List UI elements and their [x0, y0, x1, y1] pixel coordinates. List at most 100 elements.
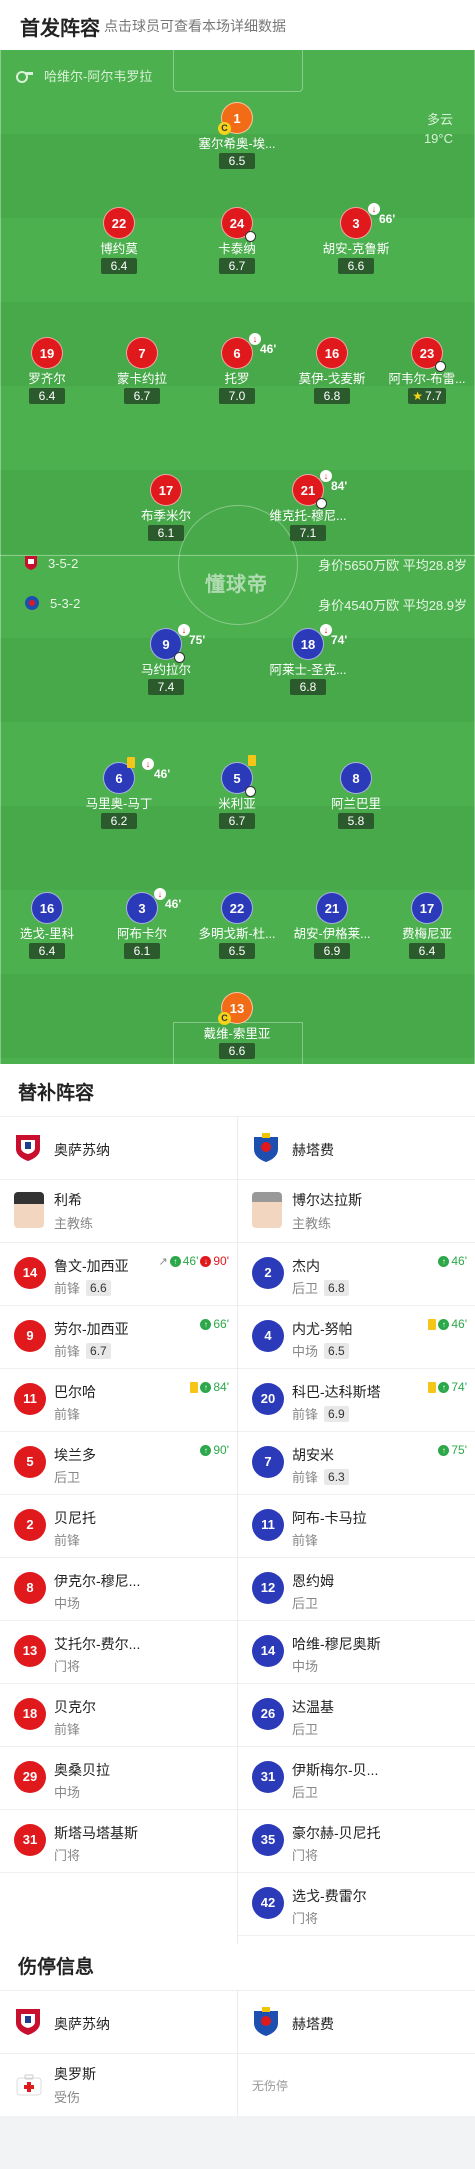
home-player-22[interactable]: 22 博约莫 6.4	[64, 207, 174, 275]
away-player-18[interactable]: 18 ↓ 74' 阿莱士-圣克... 6.8	[253, 624, 363, 696]
player-name: 阿布-卡马拉	[292, 1510, 367, 1526]
player-position: 后卫	[292, 1785, 319, 1800]
home-player-7[interactable]: 7 蒙卡约拉 6.7	[87, 337, 197, 405]
jersey-number: 11	[252, 1509, 284, 1541]
sub-in-icon: ↑	[438, 1255, 450, 1267]
injuries-title: 伤停信息	[18, 1957, 95, 1978]
home-player-16[interactable]: 16 莫伊-戈麦斯 6.8	[277, 337, 387, 405]
subs-panel: 替补阵容 奥萨苏纳 赫塔费 利希 主教练 博尔达拉斯 主教练 14 鲁文-加西亚前…	[0, 1064, 475, 1944]
away-team-header: 赫塔费	[238, 1117, 475, 1180]
player-name: 内尤-努帕	[292, 1321, 353, 1337]
player-name: 哈维-穆尼奥斯	[292, 1636, 381, 1652]
sub-player-row[interactable]: 42 选戈-费雷尔 门将	[238, 1873, 475, 1936]
injury-away-team: 赫塔费	[238, 1991, 475, 2054]
sub-player-row[interactable]: 2 杰内 后卫 6.8 ↑ 46'	[238, 1243, 475, 1306]
home-player-23[interactable]: 23 阿韦尔-布雷... ★ 7.7	[372, 337, 475, 405]
jersey-number: 29	[14, 1761, 46, 1793]
sub-player-row[interactable]: 26 达温基 后卫	[238, 1684, 475, 1747]
player-name: 胡安米	[292, 1447, 334, 1463]
player-position: 门将	[292, 1911, 319, 1926]
jersey-number: 31	[14, 1824, 46, 1856]
sub-player-row[interactable]: 12 恩约姆 后卫	[238, 1558, 475, 1621]
home-player-3[interactable]: 3 ↓ 66' 胡安-克鲁斯 6.6	[301, 203, 411, 275]
player-position: 前锋 6.3	[292, 1467, 349, 1486]
player-position: 前锋 6.9	[292, 1404, 349, 1423]
away-player-6[interactable]: 6 ↓ 46' 马里奥-马丁 6.2	[64, 757, 174, 830]
sub-player-row[interactable]: 29 奥桑贝拉 中场	[0, 1747, 237, 1810]
away-player-5[interactable]: 5 米利亚 6.7	[182, 755, 292, 830]
player-rating: 6.9	[314, 943, 350, 959]
sub-in-icon: ↑	[169, 1255, 181, 1267]
sub-events: ↑ 74'	[428, 1380, 467, 1394]
sub-player-row[interactable]: 5 埃兰多 后卫 ↑ 90'	[0, 1432, 237, 1495]
coach-avatar	[14, 1192, 44, 1228]
injury-row[interactable]: 奥罗斯 受伤	[0, 2054, 237, 2117]
yellow-card-icon	[190, 1381, 199, 1393]
player-position: 前锋 6.6	[54, 1278, 111, 1297]
jersey-number: 18	[14, 1698, 46, 1730]
player-rating: 6.2	[101, 813, 137, 829]
home-player-24[interactable]: 24 卡泰纳 6.7	[182, 207, 292, 275]
jersey-number: 14	[252, 1635, 284, 1667]
player-name: 选戈-费雷尔	[292, 1888, 367, 1904]
player-rating: 6.8	[324, 1280, 349, 1296]
page-subtitle: 点击球员可查看本场详细数据	[104, 18, 286, 34]
player-rating: 6.6	[219, 1043, 255, 1059]
sub-player-row[interactable]: 14 鲁文-加西亚 前锋 6.6 ↗ ↑ 46' ↓ 90'	[0, 1243, 237, 1306]
injury-home-team: 奥萨苏纳	[0, 1991, 237, 2054]
player-rating: 7.0	[219, 388, 255, 404]
home-player-17[interactable]: 17 布季米尔 6.1	[111, 474, 221, 542]
away-player-3[interactable]: 3 ↓ 46' 阿布卡尔 6.1	[87, 888, 197, 960]
away-coach[interactable]: 博尔达拉斯 主教练	[238, 1180, 475, 1243]
sub-events: ↑ 90'	[200, 1443, 229, 1457]
home-player-1[interactable]: 1C 塞尔希奥-埃... 6.5	[182, 102, 292, 170]
away-player-9[interactable]: 9 ↓ 75' 马约拉尔 7.4	[111, 624, 221, 696]
away-player-22[interactable]: 22 多明戈斯-杜... 6.5	[182, 892, 292, 960]
sub-events: ↑ 66'	[200, 1317, 229, 1331]
player-rating: 6.4	[29, 388, 65, 404]
sub-player-row[interactable]: 35 豪尔赫-贝尼托 门将	[238, 1810, 475, 1873]
osasuna-logo-icon	[16, 2009, 40, 2035]
sub-player-row[interactable]: 11 阿布-卡马拉 前锋	[238, 1495, 475, 1558]
temperature-label: 19°C	[423, 131, 453, 146]
sub-player-row[interactable]: 4 内尤-努帕 中场 6.5 ↑ 46'	[238, 1306, 475, 1369]
sub-player-row[interactable]: 14 哈维-穆尼奥斯 中场	[238, 1621, 475, 1684]
away-player-8[interactable]: 8 阿兰巴里 5.8	[301, 762, 411, 830]
sub-in-icon: ↑	[200, 1381, 212, 1393]
sub-player-row[interactable]: 2 贝尼托 前锋	[0, 1495, 237, 1558]
away-player-13[interactable]: 13 C 戴维-索里亚 6.6	[182, 992, 292, 1060]
player-name: 劳尔-加西亚	[54, 1321, 129, 1337]
player-rating: 5.8	[338, 813, 374, 829]
sub-player-row[interactable]: 20 科巴-达科斯塔 前锋 6.9 ↑ 74'	[238, 1369, 475, 1432]
getafe-logo-icon	[254, 2007, 278, 2036]
player-rating: 6.4	[409, 943, 445, 959]
sub-events: ↑ 46'	[428, 1317, 467, 1331]
sub-player-row[interactable]: 9 劳尔-加西亚 前锋 6.7 ↑ 66'	[0, 1306, 237, 1369]
medical-kit-icon	[16, 2074, 42, 2096]
home-player-6[interactable]: 6 ↓ 46' 托罗 7.0	[182, 333, 292, 405]
player-rating: 6.5	[219, 943, 255, 959]
home-player-21[interactable]: 21 ↓ 84' 维克托-穆尼... 7.1	[253, 470, 363, 542]
sub-player-row[interactable]: 7 胡安米 前锋 6.3 ↑ 75'	[238, 1432, 475, 1495]
sub-player-row[interactable]: 18 贝克尔 前锋	[0, 1684, 237, 1747]
player-position: 中场	[292, 1659, 319, 1674]
jersey-number: 7	[252, 1446, 284, 1478]
sub-player-row[interactable]: 8 伊克尔-穆尼... 中场	[0, 1558, 237, 1621]
home-coach[interactable]: 利希 主教练	[0, 1180, 237, 1243]
player-name: 达温基	[292, 1699, 334, 1715]
player-name: 巴尔哈	[54, 1384, 96, 1400]
yellow-card-icon	[428, 1381, 437, 1393]
away-player-21[interactable]: 21 胡安-伊格莱... 6.9	[277, 892, 387, 960]
sub-events: ↑ 84'	[190, 1380, 229, 1394]
player-rating: 6.9	[324, 1406, 349, 1422]
player-position: 前锋	[54, 1533, 81, 1548]
goal-icon	[174, 652, 185, 663]
assist-icon: ↗	[158, 1255, 168, 1268]
sub-player-row[interactable]: 11 巴尔哈 前锋 ↑ 84'	[0, 1369, 237, 1432]
captain-icon: C	[218, 1012, 231, 1025]
sub-player-row[interactable]: 31 斯塔马塔基斯 门将	[0, 1810, 237, 1873]
player-rating: 6.7	[124, 388, 160, 404]
sub-player-row[interactable]: 13 艾托尔-费尔... 门将	[0, 1621, 237, 1684]
sub-player-row[interactable]: 31 伊斯梅尔-贝... 后卫	[238, 1747, 475, 1810]
away-player-17[interactable]: 17 费梅尼亚 6.4	[372, 892, 475, 960]
